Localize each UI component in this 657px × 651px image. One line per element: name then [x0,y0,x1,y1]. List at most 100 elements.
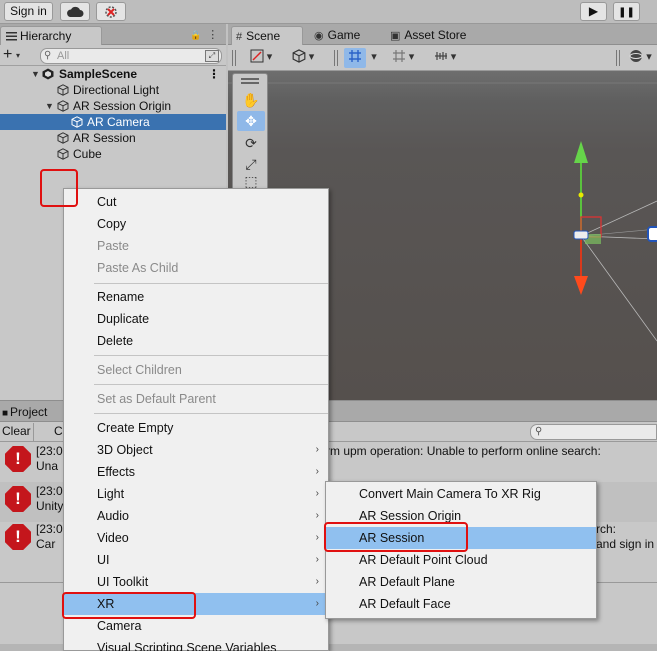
menu-item-cut[interactable]: Cut [64,191,328,213]
scale-tool-icon[interactable]: ⤢ [237,154,265,174]
chevron-down-icon: ▾ [408,51,415,63]
search-placeholder: All [57,50,70,62]
menu-item-label: Video [97,531,129,545]
chevron-right-icon: › [315,466,319,477]
clear-button[interactable]: Clear [0,423,34,441]
hierarchy-item-ar-camera[interactable]: AR Camera [0,114,226,130]
gamepad-icon: ◉ [314,30,324,42]
hierarchy-item-ar-session[interactable]: AR Session [0,130,226,146]
collab-icon [105,6,117,18]
chevron-right-icon: › [315,444,319,455]
tab-game[interactable]: ◉ Game [310,26,380,45]
chevron-right-icon: › [315,576,319,587]
tab-hierarchy[interactable]: Hierarchy [0,26,102,45]
submenu-item-convert-camera[interactable]: Convert Main Camera To XR Rig [326,483,596,505]
submenu-item-ar-plane[interactable]: AR Default Plane [326,571,596,593]
hierarchy-item-ar-session-origin[interactable]: ▼ AR Session Origin [0,98,226,114]
hierarchy-item-label: AR Session Origin [73,99,172,113]
ruler-icon [434,52,447,60]
chevron-down-icon[interactable]: ▾ [16,51,20,60]
gameobject-cube-icon [57,100,69,112]
cube-shading-icon [292,49,306,63]
console-search-input[interactable]: ⚲ [530,424,657,440]
chevron-right-icon: › [315,488,319,499]
menu-item-audio[interactable]: Audio › [64,505,328,527]
hierarchy-search-input[interactable]: ⚲ All ⤢ [40,48,222,64]
log-timestamp: [23:0 [36,484,63,498]
tab-asset-store[interactable]: ▣ Asset Store [386,26,486,45]
menu-item-label: Rename [97,290,145,304]
log-message: Una [36,459,59,473]
toolbar-grip [334,50,338,66]
menu-item-label: UI [97,553,110,567]
expand-arrow-icon[interactable]: ▼ [45,98,54,114]
menu-item-create-empty[interactable]: Create Empty [64,417,328,439]
menu-item-label: Audio [97,509,129,523]
chevron-down-icon[interactable]: ▾ [368,48,380,68]
menu-item-3d-object[interactable]: 3D Object › [64,439,328,461]
submenu-item-ar-point-cloud[interactable]: AR Default Point Cloud [326,549,596,571]
expand-arrow-icon[interactable]: ▼ [31,66,40,82]
menu-item-visual-scripting-variables[interactable]: Visual Scripting Scene Variables [64,637,328,651]
collab-button[interactable] [96,2,126,21]
increment-snap-dropdown[interactable]: ▾ [428,48,462,68]
panel-menu-icon[interactable]: ⋮ [207,29,224,41]
menu-item-rename[interactable]: Rename [64,286,328,308]
hierarchy-item-label: Cube [73,147,102,161]
shading-dropdown[interactable]: ▾ [286,48,320,68]
menu-separator [94,283,328,284]
menu-item-video[interactable]: Video › [64,527,328,549]
log-message: Car [36,537,56,551]
play-button[interactable]: ▶ [580,2,607,21]
scene-menu-icon[interactable]: ⋮ [208,66,220,82]
submenu-item-ar-face[interactable]: AR Default Face [326,593,596,615]
menu-item-ui-toolkit[interactable]: UI Toolkit › [64,571,328,593]
menu-item-duplicate[interactable]: Duplicate [64,308,328,330]
hierarchy-item-label: AR Camera [87,115,150,129]
annotation-box-ar-session [324,522,468,552]
menu-item-delete[interactable]: Delete [64,330,328,352]
move-tool-icon[interactable]: ✥ [237,111,265,131]
move-snap-button[interactable] [344,48,366,68]
menu-separator [94,413,328,414]
chevron-right-icon: › [315,554,319,565]
menu-item-effects[interactable]: Effects › [64,461,328,483]
menu-item-label: Camera [97,619,142,633]
menu-item-label: Copy [97,217,127,231]
menu-item-label: AR Session Origin [359,509,462,523]
sign-in-button[interactable]: Sign in [4,2,53,21]
chevron-right-icon: › [315,510,319,521]
scene-view-options[interactable]: ▾ [624,48,657,68]
chevron-right-icon: › [315,598,319,609]
grid-toggle[interactable]: ▾ [388,48,418,68]
error-icon: ! [5,524,31,550]
tab-project[interactable]: ■ Project [0,403,47,422]
chevron-down-icon: ▾ [266,51,273,63]
search-mode-icon[interactable]: ⤢ [205,50,219,62]
pause-button[interactable]: ❚❚ [613,2,640,21]
tab-hierarchy-label: Hierarchy [20,29,72,43]
hand-tool-icon[interactable]: ✋ [237,90,265,110]
hierarchy-item-directional-light[interactable]: Directional Light [0,82,226,98]
tab-asset-store-label: Asset Store [404,28,467,42]
menu-item-copy[interactable]: Copy [64,213,328,235]
add-object-button[interactable]: + [3,46,12,64]
menu-item-label: Create Empty [97,421,174,435]
collapse-button[interactable]: C [54,423,63,441]
tab-scene[interactable]: # Scene [231,26,303,45]
menu-item-light[interactable]: Light › [64,483,328,505]
hierarchy-item-cube[interactable]: Cube [0,146,226,162]
error-icon: ! [5,486,31,512]
rotate-tool-icon[interactable]: ⟳ [237,133,265,153]
menu-item-label: AR Default Face [359,597,451,611]
annotation-box-right-click [40,169,78,207]
menu-item-ui[interactable]: UI › [64,549,328,571]
cloud-button[interactable] [60,2,90,21]
search-icon: ⚲ [44,50,52,61]
toolbar-grip [232,50,236,66]
search-icon: ⚲ [535,426,543,437]
log-message-overflow: rch: [596,522,617,536]
draw-mode-dropdown[interactable]: ▾ [244,48,278,68]
lock-icon[interactable]: 🔒 [190,30,207,40]
hierarchy-scene-row[interactable]: ▼ SampleScene ⋮ [0,66,226,82]
